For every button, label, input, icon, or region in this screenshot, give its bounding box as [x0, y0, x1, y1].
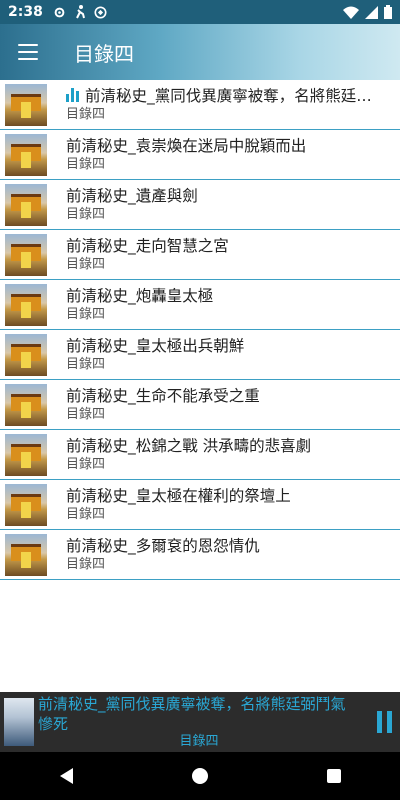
back-icon[interactable]	[59, 768, 73, 784]
menu-icon[interactable]	[18, 44, 38, 60]
list-item[interactable]: 前清秘史_炮轟皇太極 目錄四	[0, 280, 400, 330]
episode-subtitle: 目錄四	[66, 357, 106, 372]
episode-thumbnail	[5, 483, 47, 526]
episode-thumbnail	[5, 433, 47, 476]
list-item[interactable]: 前清秘史_黨同伐異廣寧被奪，名將熊廷弼鬥氣慘死 目錄四	[0, 80, 400, 130]
pause-icon[interactable]	[377, 711, 392, 733]
episode-subtitle: 目錄四	[66, 157, 106, 172]
recents-icon[interactable]	[326, 769, 341, 783]
list-item[interactable]: 前清秘史_多爾袞的恩怨情仇 目錄四	[0, 530, 400, 580]
episode-thumbnail	[5, 383, 47, 426]
episode-title: 前清秘史_皇太極在權利的祭壇上	[66, 487, 291, 505]
list-item[interactable]: 前清秘史_遺產與劍 目錄四	[0, 180, 400, 230]
episode-title: 前清秘史_黨同伐異廣寧被奪，名將熊廷弼鬥氣慘死	[85, 87, 386, 105]
episode-subtitle: 目錄四	[66, 457, 106, 472]
now-playing-subtitle: 目錄四	[179, 734, 219, 749]
now-playing-title: 前清秘史_黨同伐異廣寧被奪，名將熊廷弼鬥氣慘死	[38, 695, 346, 733]
episode-title: 前清秘史_多爾袞的恩怨情仇	[66, 537, 260, 555]
episode-title: 前清秘史_皇太極出兵朝鮮	[66, 337, 245, 355]
list-item[interactable]: 前清秘史_袁崇煥在迷局中脫穎而出 目錄四	[0, 130, 400, 180]
episode-title: 前清秘史_走向智慧之宮	[66, 237, 229, 255]
episode-thumbnail	[5, 233, 47, 276]
app-bar: 目錄四	[0, 24, 400, 80]
list-item[interactable]: 前清秘史_皇太極出兵朝鮮 目錄四	[0, 330, 400, 380]
accessibility-icon	[75, 5, 85, 19]
episode-title: 前清秘史_松錦之戰 洪承疇的悲喜劇	[66, 437, 312, 455]
episode-subtitle: 目錄四	[66, 107, 106, 122]
episode-subtitle: 目錄四	[66, 507, 106, 522]
episode-thumbnail	[5, 533, 47, 576]
now-playing-thumbnail	[4, 698, 34, 746]
episode-subtitle: 目錄四	[66, 407, 106, 422]
episode-title: 前清秘史_炮轟皇太極	[66, 287, 214, 305]
episode-subtitle: 目錄四	[66, 207, 106, 222]
list-item[interactable]: 前清秘史_松錦之戰 洪承疇的悲喜劇 目錄四	[0, 430, 400, 480]
episode-thumbnail	[5, 283, 47, 326]
system-nav-bar	[0, 752, 400, 800]
episode-title: 前清秘史_遺產與劍	[66, 187, 198, 205]
battery-icon	[384, 5, 392, 19]
episode-subtitle: 目錄四	[66, 257, 106, 272]
episode-thumbnail	[5, 133, 47, 176]
gear-icon	[54, 7, 65, 17]
vpn-icon	[94, 5, 107, 19]
home-icon[interactable]	[191, 768, 208, 784]
episode-thumbnail	[5, 183, 47, 226]
now-playing-bar[interactable]: 前清秘史_黨同伐異廣寧被奪，名將熊廷弼鬥氣慘死 目錄四	[0, 692, 400, 752]
episode-subtitle: 目錄四	[66, 307, 106, 322]
status-bar: 2:38	[0, 0, 400, 24]
episode-thumbnail	[5, 83, 47, 126]
episode-list[interactable]: 前清秘史_黨同伐異廣寧被奪，名將熊廷弼鬥氣慘死 目錄四 前清秘史_袁崇煥在迷局中…	[0, 80, 400, 692]
signal-icon	[365, 5, 378, 19]
page-title: 目錄四	[74, 41, 134, 66]
list-item[interactable]: 前清秘史_走向智慧之宮 目錄四	[0, 230, 400, 280]
list-item[interactable]: 前清秘史_生命不能承受之重 目錄四	[0, 380, 400, 430]
episode-title: 前清秘史_生命不能承受之重	[66, 387, 260, 405]
episode-thumbnail	[5, 333, 47, 376]
episode-title: 前清秘史_袁崇煥在迷局中脫穎而出	[66, 137, 307, 155]
list-item[interactable]: 前清秘史_皇太極在權利的祭壇上 目錄四	[0, 480, 400, 530]
wifi-icon	[343, 6, 359, 19]
episode-subtitle: 目錄四	[66, 557, 106, 572]
now-playing-icon	[66, 88, 79, 102]
status-time: 2:38	[8, 4, 43, 20]
